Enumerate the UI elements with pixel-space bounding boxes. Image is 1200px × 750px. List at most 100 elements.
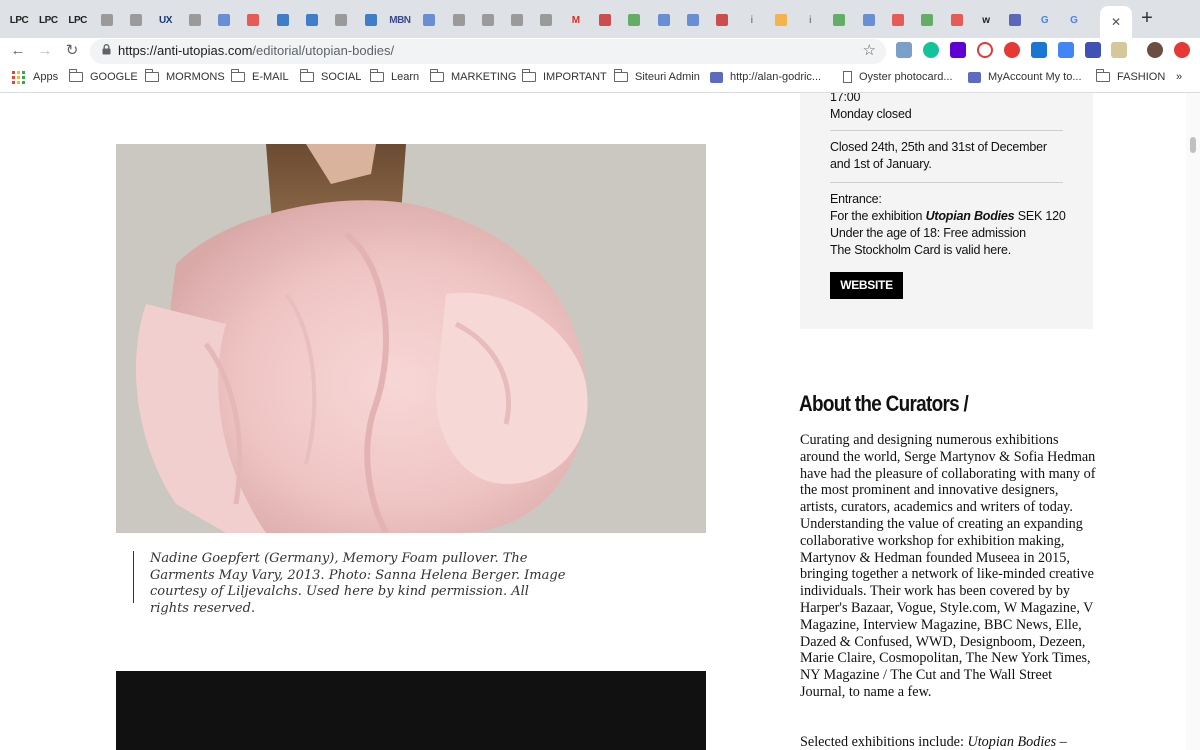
bookmark-label: Apps bbox=[33, 71, 59, 83]
extension-icon[interactable] bbox=[1031, 42, 1047, 58]
bookmark-label: E-MAIL bbox=[252, 71, 289, 83]
folder-icon bbox=[522, 69, 536, 82]
browser-tab[interactable] bbox=[418, 9, 440, 31]
browser-tab[interactable] bbox=[242, 9, 264, 31]
extension-icon[interactable] bbox=[1085, 42, 1101, 58]
extension-icon[interactable] bbox=[1111, 42, 1127, 58]
forward-arrow-icon[interactable]: → bbox=[34, 40, 56, 62]
browser-tab[interactable] bbox=[858, 9, 880, 31]
new-tab-button[interactable]: + bbox=[1137, 8, 1157, 29]
browser-tab[interactable]: LPC bbox=[8, 9, 30, 31]
entrance-exhibition-price: For the exhibition Utopian Bodies SEK 12… bbox=[830, 208, 1070, 225]
address-bar[interactable]: https://anti-utopias.com/editorial/utopi… bbox=[90, 39, 886, 64]
browser-tab[interactable] bbox=[360, 9, 382, 31]
bookmark-item[interactable]: IMPORTANT bbox=[522, 69, 607, 85]
apps-grid-icon bbox=[12, 70, 25, 84]
browser-tab[interactable]: LPC bbox=[37, 9, 59, 31]
bookmark-item[interactable]: MORMONS bbox=[145, 69, 225, 85]
browser-tab[interactable] bbox=[1004, 9, 1026, 31]
browser-tab[interactable] bbox=[594, 9, 616, 31]
bookmark-star-icon[interactable]: ☆ bbox=[863, 41, 876, 59]
url-text[interactable]: https://anti-utopias.com/editorial/utopi… bbox=[118, 43, 394, 58]
tab-favicon-icon bbox=[628, 14, 641, 26]
browser-tab[interactable] bbox=[272, 9, 294, 31]
website-button[interactable]: WEBSITE bbox=[830, 272, 903, 299]
page-scrollbar[interactable] bbox=[1186, 93, 1200, 750]
tab-favicon-icon bbox=[130, 14, 143, 26]
close-tab-icon[interactable]: ✕ bbox=[1111, 15, 1121, 29]
extension-icon[interactable] bbox=[1058, 42, 1074, 58]
back-arrow-icon[interactable]: ← bbox=[7, 40, 29, 62]
update-icon[interactable] bbox=[1174, 42, 1190, 58]
bookmark-label: FASHION bbox=[1117, 71, 1166, 83]
browser-tab[interactable]: MBN bbox=[389, 9, 411, 31]
browser-tab[interactable] bbox=[506, 9, 528, 31]
bookmark-label: Oyster photocard... bbox=[859, 71, 953, 83]
tab-favicon-icon bbox=[247, 14, 260, 26]
more-bookmarks-button[interactable]: » bbox=[1176, 69, 1182, 85]
browser-tab[interactable]: M bbox=[565, 9, 587, 31]
reload-icon[interactable]: ↻ bbox=[61, 40, 83, 62]
exhibition-name: Utopian Bodies bbox=[925, 209, 1015, 223]
bookmark-item[interactable]: Oyster photocard... bbox=[843, 69, 953, 85]
bookmark-item[interactable]: E-MAIL bbox=[231, 69, 289, 85]
bookmark-item[interactable]: FASHION bbox=[1096, 69, 1165, 85]
browser-tab[interactable] bbox=[184, 9, 206, 31]
bookmark-item[interactable]: Apps bbox=[12, 69, 58, 85]
browser-tab[interactable] bbox=[682, 9, 704, 31]
bookmark-item[interactable]: GOOGLE bbox=[69, 69, 138, 85]
browser-tab[interactable]: G bbox=[1034, 9, 1056, 31]
tab-favicon-icon bbox=[833, 14, 846, 26]
browser-tab[interactable] bbox=[96, 9, 118, 31]
closed-dates: Closed 24th, 25th and 31st of December a… bbox=[830, 140, 1047, 171]
folder-icon bbox=[1096, 69, 1110, 82]
active-tab[interactable]: ✕ bbox=[1100, 6, 1132, 38]
browser-tab[interactable]: i bbox=[799, 9, 821, 31]
tab-strip: LPC LPC LPC UX MBN Mi i w G G ✕ bbox=[0, 0, 1200, 38]
browser-tab[interactable] bbox=[916, 9, 938, 31]
memory-foam-pullover-image bbox=[116, 144, 706, 533]
browser-tab[interactable] bbox=[330, 9, 352, 31]
extension-icon[interactable] bbox=[896, 42, 912, 58]
browser-tab[interactable] bbox=[946, 9, 968, 31]
stockholm-card: The Stockholm Card is valid here. bbox=[830, 243, 1011, 257]
browser-tab[interactable]: UX bbox=[155, 9, 177, 31]
bookmark-item[interactable]: Learn bbox=[370, 69, 419, 85]
browser-tab[interactable]: i bbox=[741, 9, 763, 31]
browser-tab[interactable] bbox=[125, 9, 147, 31]
browser-tab[interactable]: w bbox=[975, 9, 997, 31]
browser-tab[interactable] bbox=[213, 9, 235, 31]
scrollbar-thumb[interactable] bbox=[1190, 137, 1196, 153]
browser-tab[interactable] bbox=[477, 9, 499, 31]
bookmark-item[interactable]: Siteuri Admin bbox=[614, 69, 700, 85]
tab-favicon-icon bbox=[921, 14, 934, 26]
bookmark-item[interactable]: http://alan-godric... bbox=[710, 69, 821, 85]
yahoo-icon[interactable] bbox=[950, 42, 966, 58]
browser-tab[interactable] bbox=[711, 9, 733, 31]
browser-tab[interactable] bbox=[770, 9, 792, 31]
browser-tab[interactable] bbox=[828, 9, 850, 31]
bookmark-label: IMPORTANT bbox=[543, 71, 607, 83]
play-extension-icon[interactable] bbox=[977, 42, 993, 58]
browser-tab[interactable] bbox=[887, 9, 909, 31]
bookmarks-bar: Apps GOOGLE MORMONS E-MAIL SOCIAL Learn MARKET… bbox=[0, 66, 1200, 88]
folder-icon bbox=[231, 69, 245, 82]
browser-tab[interactable] bbox=[301, 9, 323, 31]
browser-tab[interactable]: G bbox=[1063, 9, 1085, 31]
browser-tab[interactable] bbox=[448, 9, 470, 31]
divider bbox=[830, 182, 1063, 183]
folder-icon bbox=[430, 69, 444, 82]
browser-tab[interactable] bbox=[653, 9, 675, 31]
browser-tab[interactable]: LPC bbox=[67, 9, 89, 31]
tab-favicon-icon bbox=[452, 14, 465, 26]
lastpass-icon[interactable] bbox=[1004, 42, 1020, 58]
grammarly-icon[interactable] bbox=[923, 42, 939, 58]
browser-tab[interactable] bbox=[623, 9, 645, 31]
bookmark-item[interactable]: MyAccount My to... bbox=[968, 69, 1082, 85]
browser-tab[interactable] bbox=[535, 9, 557, 31]
bookmark-item[interactable]: SOCIAL bbox=[300, 69, 361, 85]
photo-caption: Nadine Goepfert (Germany), Memory Foam p… bbox=[150, 551, 566, 616]
bookmark-item[interactable]: MARKETING bbox=[430, 69, 516, 85]
tab-favicon-icon bbox=[774, 14, 787, 26]
profile-avatar[interactable] bbox=[1147, 42, 1163, 58]
